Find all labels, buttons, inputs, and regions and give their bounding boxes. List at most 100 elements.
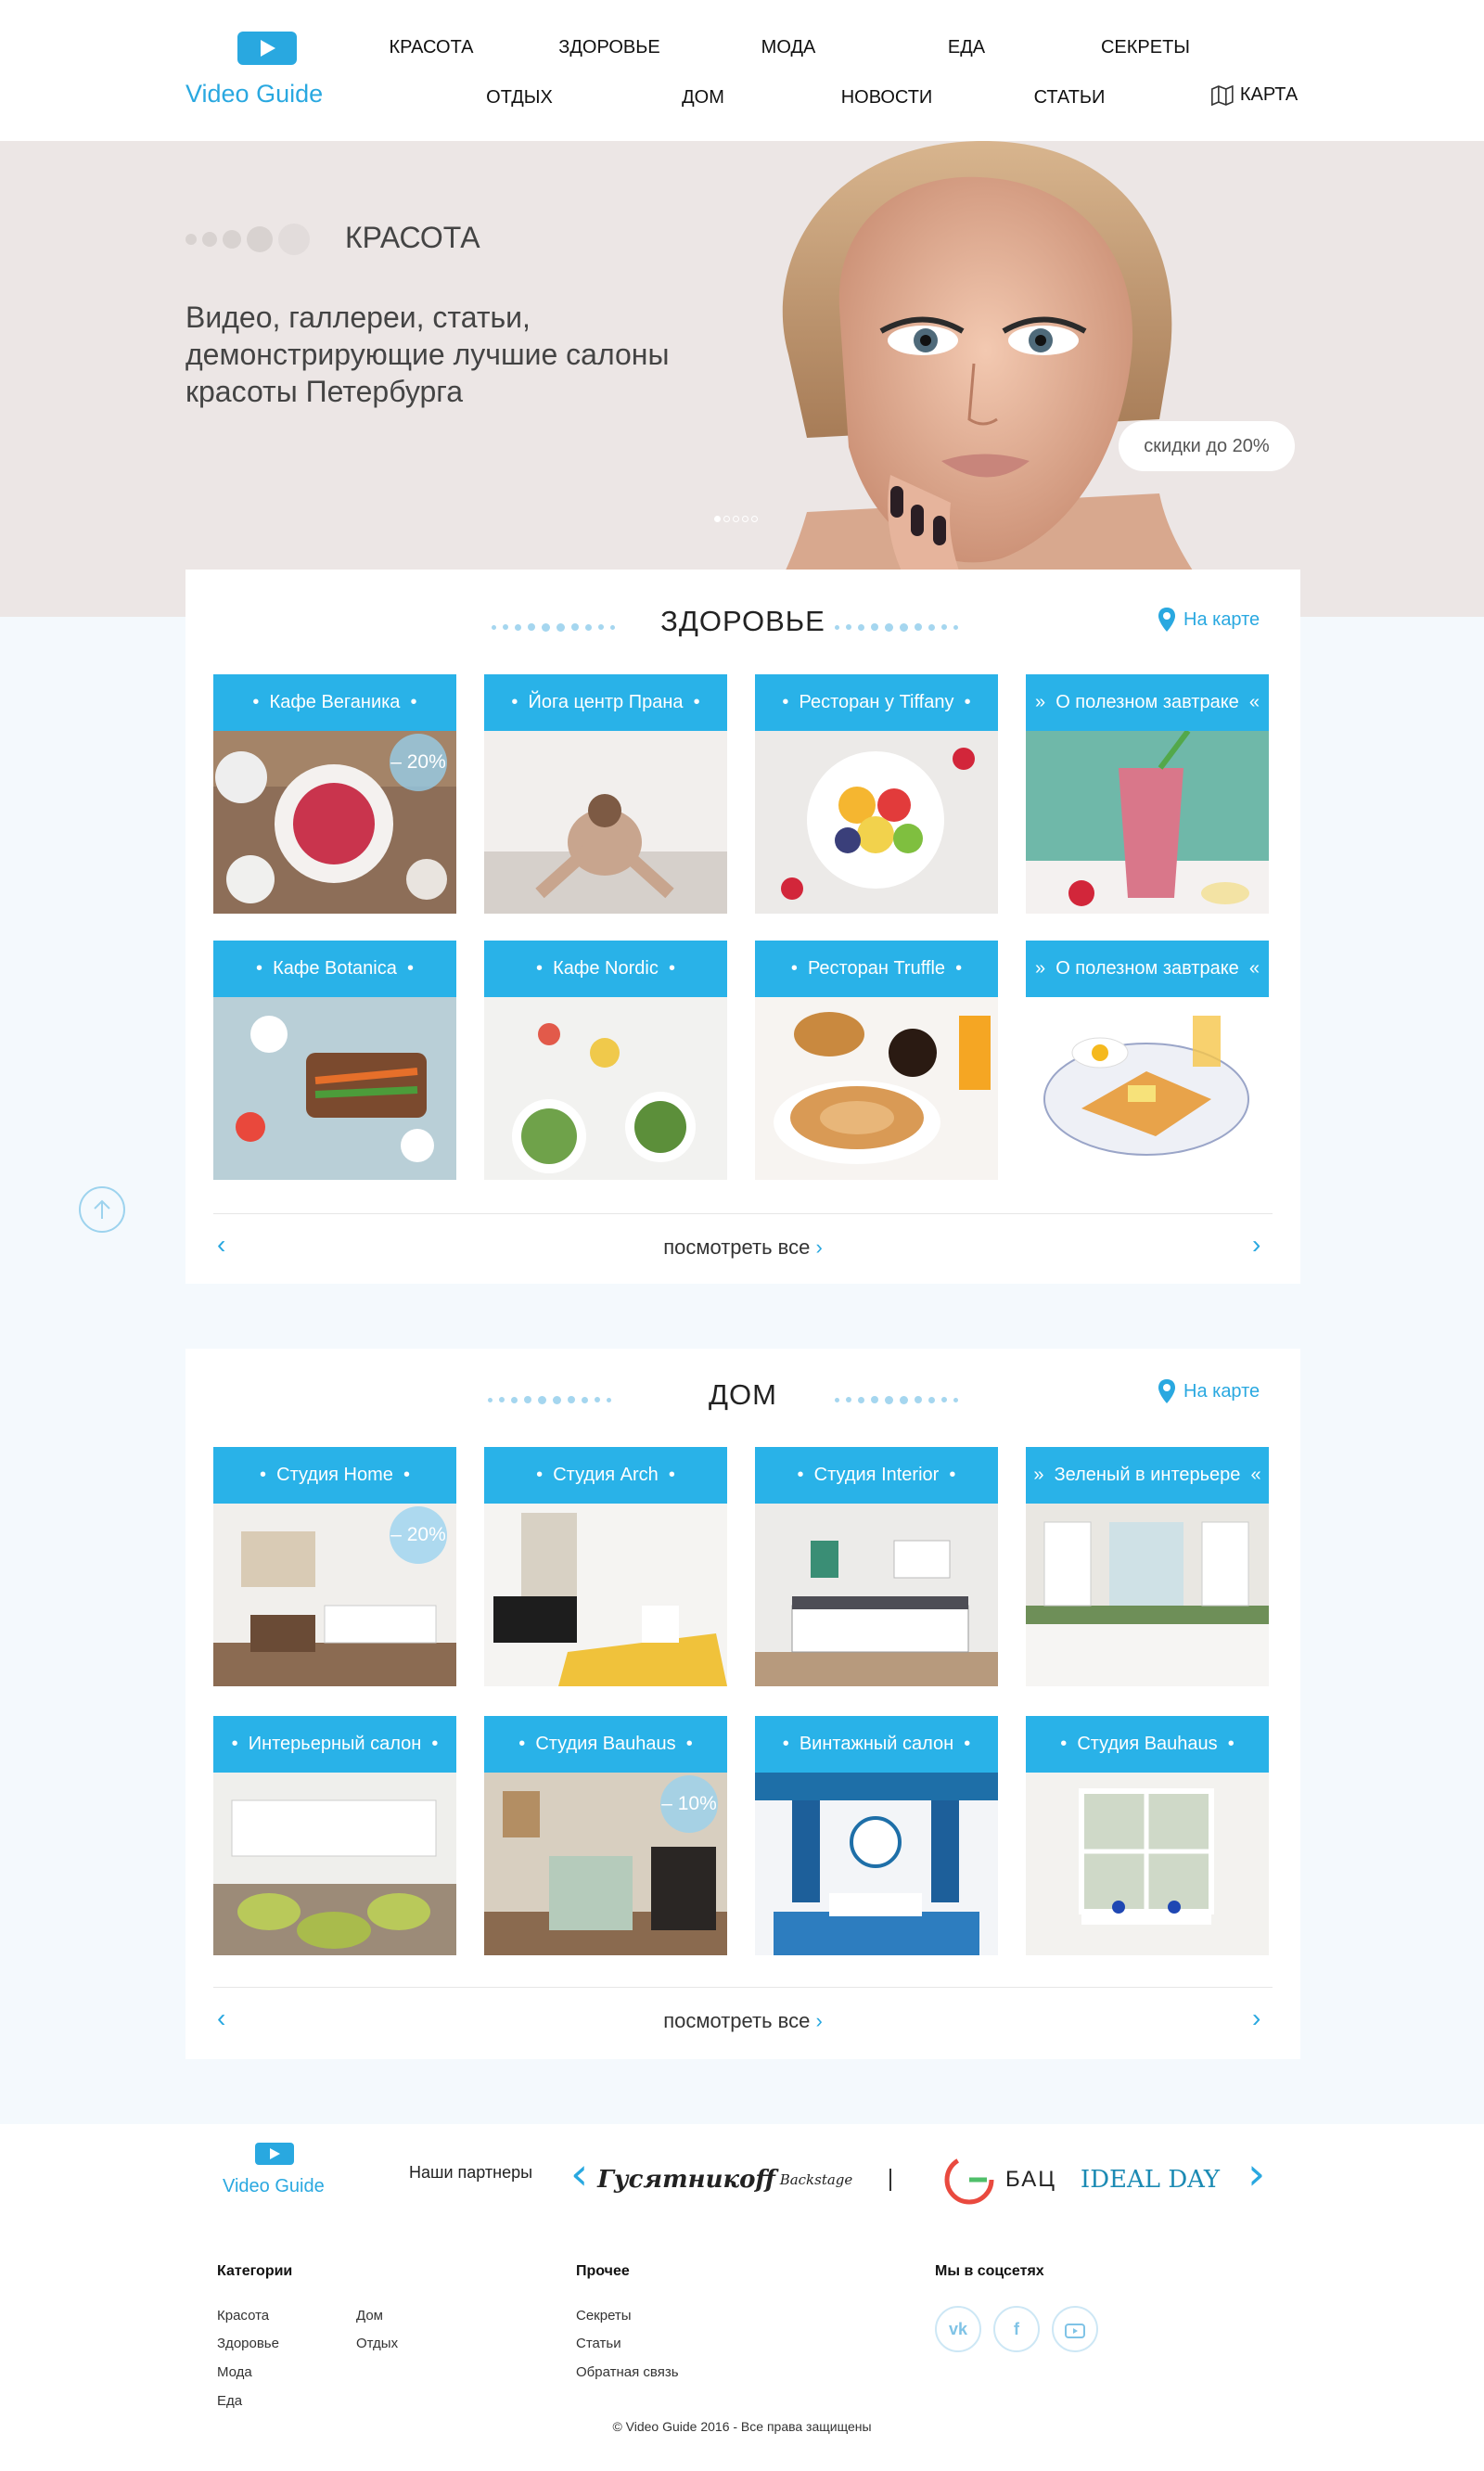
- site-header: Video Guide КРАСОТА ЗДОРОВЬЕ МОДА ЕДА СЕ…: [0, 0, 1484, 141]
- title-dots-right: [835, 1393, 974, 1406]
- map-link-label: На карте: [1183, 1380, 1260, 1402]
- nav-item-news[interactable]: НОВОСТИ: [841, 87, 933, 109]
- play-icon: [237, 32, 297, 65]
- card-truffle[interactable]: • Ресторан Truffle •: [755, 941, 998, 1180]
- decor-dot: [915, 1396, 922, 1403]
- view-all-link[interactable]: посмотреть все ›: [186, 1236, 1300, 1260]
- card-label: • Кафе Botanica •: [213, 941, 456, 997]
- bedroom-image: [484, 1504, 727, 1686]
- footer-link[interactable]: Обратная связь: [576, 2364, 679, 2380]
- map-link[interactable]: На карте: [1158, 1378, 1260, 1404]
- card-label: • Кафе Веганика •: [213, 674, 456, 731]
- decor-dot: [835, 624, 839, 630]
- blue-room-image: [755, 1773, 998, 1955]
- footer-link[interactable]: Отдых: [356, 2336, 398, 2351]
- vk-icon[interactable]: vk: [935, 2306, 981, 2352]
- pager-dot[interactable]: [742, 516, 748, 522]
- card-label: • Кафе Nordic •: [484, 941, 727, 997]
- card-studio-bauhaus-1[interactable]: • Студия Bauhaus • – 10%: [484, 1716, 727, 1955]
- pager-dot[interactable]: [751, 516, 758, 522]
- partners-label: Наши партнеры: [409, 2163, 533, 2182]
- decor-dot: [871, 623, 878, 631]
- card-interior-salon[interactable]: • Интерьерный салон •: [213, 1716, 456, 1955]
- pager-dot[interactable]: [714, 516, 721, 522]
- footer-logo[interactable]: Video Guide: [223, 2143, 325, 2208]
- footer-link[interactable]: Статьи: [576, 2336, 621, 2351]
- card-breakfast-1[interactable]: » О полезном завтраке «: [1026, 674, 1269, 914]
- partner-logo[interactable]: БАЦ: [937, 2152, 1062, 2208]
- decor-dot: [941, 624, 947, 630]
- footer-link[interactable]: Красота: [217, 2308, 269, 2324]
- map-icon: [1211, 84, 1234, 106]
- nav-item-secrets[interactable]: СЕКРЕТЫ: [1101, 37, 1190, 58]
- footer-link[interactable]: Дом: [356, 2308, 383, 2324]
- pager-dot[interactable]: [733, 516, 739, 522]
- nav-item-health[interactable]: ЗДОРОВЬЕ: [558, 37, 659, 58]
- card-nordic[interactable]: • Кафе Nordic •: [484, 941, 727, 1180]
- next-arrow[interactable]: ›: [1252, 2004, 1260, 2033]
- card-label: • Студия Home •: [213, 1447, 456, 1504]
- footer-link[interactable]: Мода: [217, 2364, 252, 2380]
- section-title: ЗДОРОВЬЕ: [660, 605, 825, 637]
- pager-dot[interactable]: [723, 516, 730, 522]
- footer-link[interactable]: Еда: [217, 2393, 242, 2409]
- bac-logo-icon: [944, 2155, 994, 2205]
- yoga-image: [484, 731, 727, 914]
- decor-dot: [846, 624, 851, 630]
- card-label: • Студия Bauhaus •: [484, 1716, 727, 1773]
- partner-logo[interactable]: Гусятникоff: [597, 2152, 775, 2208]
- hero-discount-badge[interactable]: скидки до 20%: [1119, 421, 1295, 471]
- decor-dot: [900, 1395, 908, 1404]
- partners-strip: Video Guide Наши партнеры ‹ Гусятникоff …: [0, 2124, 1484, 2235]
- card-studio-home[interactable]: • Студия Home • – 20%: [213, 1447, 456, 1686]
- partners-next-arrow[interactable]: ›: [1247, 2148, 1265, 2200]
- card-vegan-cafe[interactable]: • Кафе Веганика • – 20%: [213, 674, 456, 914]
- partner-logo[interactable]: IDEAL DAY: [1076, 2152, 1224, 2208]
- card-studio-interior[interactable]: • Студия Interior •: [755, 1447, 998, 1686]
- copyright: © Video Guide 2016 - Все права защищены: [612, 2419, 872, 2434]
- card-green-interior[interactable]: » Зеленый в интерьере «: [1026, 1447, 1269, 1686]
- scroll-top-button[interactable]: [79, 1186, 125, 1233]
- card-label: » Зеленый в интерьере «: [1026, 1447, 1269, 1504]
- partners-prev-arrow[interactable]: ‹: [570, 2148, 588, 2200]
- card-label: » О полезном завтраке «: [1026, 941, 1269, 997]
- nav-item-fashion[interactable]: МОДА: [761, 37, 816, 58]
- card-label: • Интерьерный салон •: [213, 1716, 456, 1773]
- nav-item-home[interactable]: ДОМ: [682, 87, 724, 109]
- site-logo[interactable]: Video Guide: [186, 32, 352, 115]
- map-link[interactable]: На карте: [1158, 607, 1260, 633]
- partner-logo[interactable]: Backstage: [779, 2152, 853, 2208]
- card-label: • Йога центр Прана •: [484, 674, 727, 731]
- kitchen-image: [1026, 1504, 1269, 1686]
- card-breakfast-2[interactable]: » О полезном завтраке «: [1026, 941, 1269, 1180]
- next-arrow[interactable]: ›: [1252, 1230, 1260, 1260]
- toast-image: [1026, 997, 1269, 1180]
- logo-text: Video Guide: [186, 80, 324, 108]
- discount-badge: – 20%: [390, 734, 447, 791]
- card-studio-bauhaus-2[interactable]: • Студия Bauhaus •: [1026, 1716, 1269, 1955]
- nav-item-map[interactable]: КАРТА: [1210, 83, 1298, 106]
- card-botanica[interactable]: • Кафе Botanica •: [213, 941, 456, 1180]
- nav-item-leisure[interactable]: ОТДЫХ: [486, 87, 553, 109]
- footer-link[interactable]: Секреты: [576, 2308, 632, 2324]
- footer-link[interactable]: Здоровье: [217, 2336, 279, 2351]
- nav-item-articles[interactable]: СТАТЬИ: [1034, 87, 1106, 109]
- hero-pager[interactable]: [714, 516, 758, 522]
- view-all-link[interactable]: посмотреть все ›: [186, 2009, 1300, 2033]
- decor-dot: [953, 1397, 958, 1402]
- section-divider: [213, 1213, 1273, 1214]
- card-yoga[interactable]: • Йога центр Прана •: [484, 674, 727, 914]
- studio-bedroom-image: [755, 1504, 998, 1686]
- nav-item-food[interactable]: ЕДА: [948, 37, 985, 58]
- partner-logo-small[interactable]: [876, 2152, 904, 2208]
- card-studio-arch[interactable]: • Студия Arch •: [484, 1447, 727, 1686]
- hero-category: КРАСОТА: [345, 221, 480, 254]
- pastry-image: [755, 997, 998, 1180]
- facebook-icon[interactable]: f: [993, 2306, 1040, 2352]
- card-vintage-salon[interactable]: • Винтажный салон •: [755, 1716, 998, 1955]
- decor-dot: [928, 1396, 935, 1403]
- discount-badge: – 20%: [390, 1506, 447, 1564]
- youtube-icon[interactable]: [1052, 2306, 1098, 2352]
- nav-item-beauty[interactable]: КРАСОТА: [389, 37, 473, 58]
- card-tiffany[interactable]: • Ресторан у Tiffany •: [755, 674, 998, 914]
